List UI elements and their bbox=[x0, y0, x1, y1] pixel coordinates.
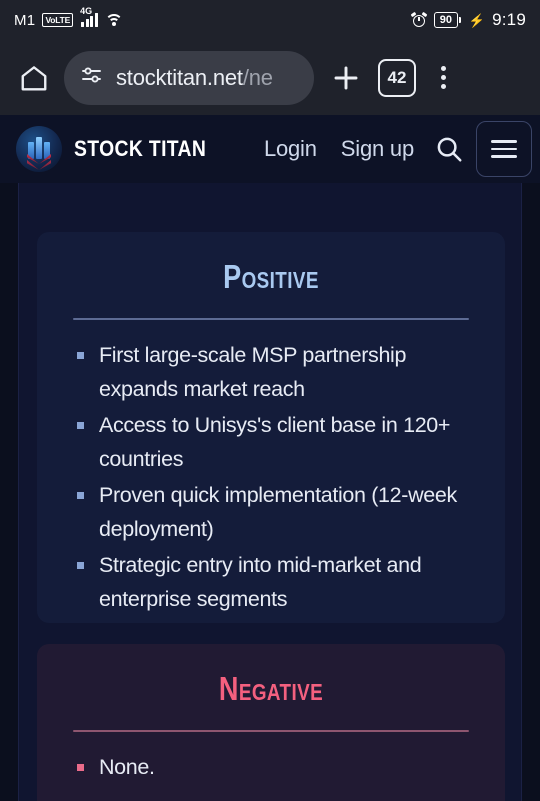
positive-list: First large-scale MSP partnership expand… bbox=[73, 338, 469, 616]
site-header: STOCK TITAN Login Sign up bbox=[0, 115, 540, 183]
hamburger-icon[interactable] bbox=[476, 121, 532, 177]
url-path: /ne bbox=[242, 64, 273, 90]
browser-toolbar: stocktitan.net/ne 42 bbox=[0, 40, 540, 115]
brand-logo-link[interactable]: STOCK TITAN bbox=[16, 126, 224, 172]
tab-switcher-button[interactable]: 42 bbox=[378, 58, 416, 97]
browser-menu-button[interactable] bbox=[426, 56, 460, 100]
page-content: Positive First large-scale MSP partnersh… bbox=[0, 183, 540, 801]
url-bar[interactable]: stocktitan.net/ne bbox=[64, 50, 314, 105]
url-text: stocktitan.net/ne bbox=[116, 65, 273, 91]
cellular-signal-icon: 4G bbox=[80, 6, 98, 27]
negative-list: None. bbox=[73, 750, 469, 784]
signup-link[interactable]: Sign up bbox=[329, 136, 426, 162]
status-bar-left: M1 VoLTE 4G bbox=[14, 6, 123, 29]
tune-icon[interactable] bbox=[80, 63, 104, 92]
android-status-bar: M1 VoLTE 4G 90 ⚡ 9:19 bbox=[0, 0, 540, 40]
battery-level-label: 90 bbox=[433, 12, 458, 28]
status-bar-right: 90 ⚡ 9:19 bbox=[411, 10, 526, 30]
battery-icon: 90 bbox=[433, 12, 461, 28]
list-item: Access to Unisys's client base in 120+ c… bbox=[73, 408, 469, 476]
list-item: First large-scale MSP partnership expand… bbox=[73, 338, 469, 406]
url-host: stocktitan.net bbox=[116, 64, 243, 90]
brand-name: STOCK TITAN bbox=[74, 136, 207, 161]
new-tab-button[interactable] bbox=[324, 56, 368, 100]
list-item: Strategic entry into mid-market and ente… bbox=[73, 548, 469, 616]
wifi-icon bbox=[104, 13, 123, 27]
positive-card-title: Positive bbox=[223, 258, 319, 295]
charging-bolt-icon: ⚡ bbox=[468, 12, 486, 28]
stock-titan-logo-icon bbox=[16, 126, 62, 172]
positive-card-divider bbox=[73, 318, 469, 320]
search-icon[interactable] bbox=[426, 126, 472, 172]
network-generation-label: 4G bbox=[80, 6, 93, 16]
login-link[interactable]: Login bbox=[252, 136, 329, 162]
negative-card-divider bbox=[73, 730, 469, 732]
carrier-label: M1 bbox=[14, 11, 36, 29]
positive-card: Positive First large-scale MSP partnersh… bbox=[37, 232, 505, 623]
status-bar-clock: 9:19 bbox=[492, 10, 526, 29]
list-item: Proven quick implementation (12-week dep… bbox=[73, 478, 469, 546]
list-item: None. bbox=[73, 750, 469, 784]
alarm-clock-icon bbox=[411, 11, 428, 28]
content-container: Positive First large-scale MSP partnersh… bbox=[18, 183, 522, 801]
tab-count-label: 42 bbox=[387, 67, 407, 87]
negative-card: Negative None. bbox=[37, 644, 505, 801]
negative-card-title: Negative bbox=[218, 670, 324, 707]
header-nav: Login Sign up bbox=[252, 121, 532, 177]
home-icon[interactable] bbox=[14, 58, 54, 98]
volte-badge: VoLTE bbox=[42, 13, 74, 27]
